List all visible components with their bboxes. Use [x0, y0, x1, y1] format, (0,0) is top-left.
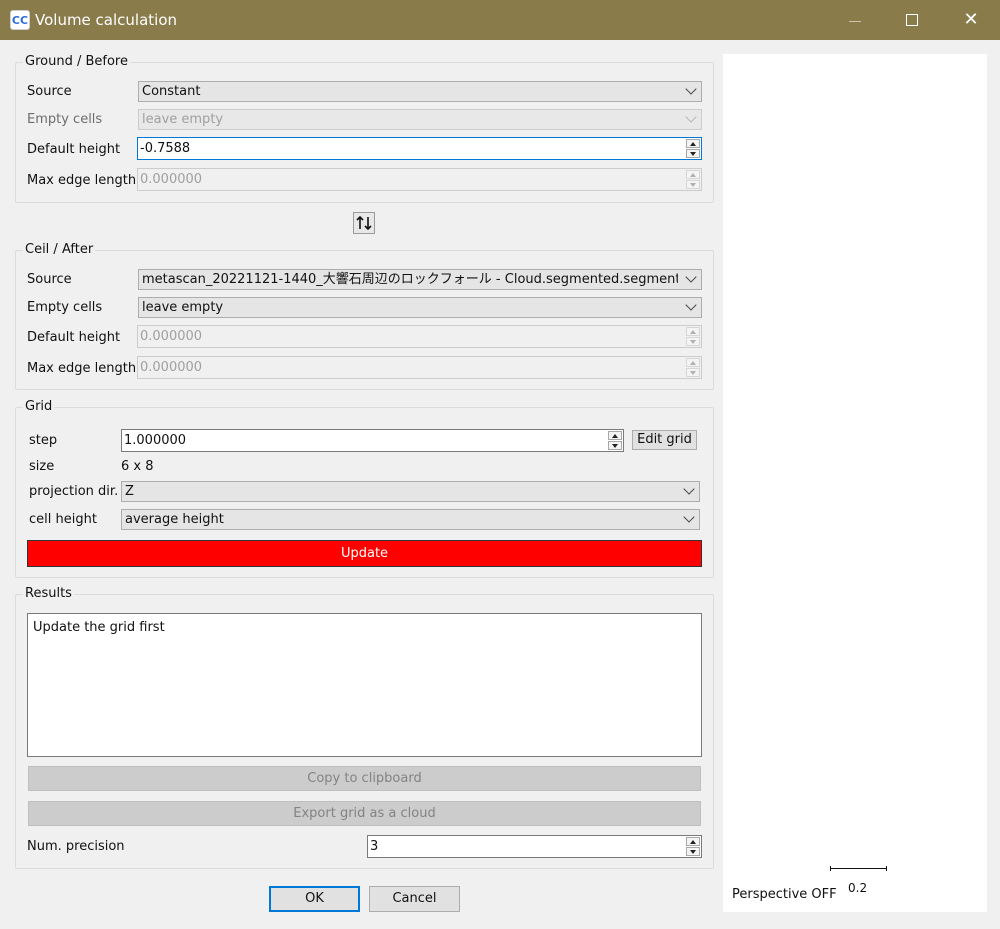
grid-step-label: step — [29, 433, 58, 448]
spin-up-icon[interactable] — [686, 139, 700, 148]
chevron-down-icon — [685, 271, 697, 283]
cell-height-value: average height — [125, 512, 224, 527]
precision-label: Num. precision — [27, 839, 125, 854]
ground-max-edge-label: Max edge length — [27, 173, 137, 188]
cell-height-label: cell height — [29, 512, 97, 527]
cancel-button[interactable]: Cancel — [369, 886, 460, 912]
close-icon: ✕ — [963, 9, 979, 30]
window-title: Volume calculation — [35, 11, 178, 29]
ground-default-height-value: -0.7588 — [140, 141, 191, 156]
ceil-source-value: metascan_20221121-1440_大響石周辺のロックフォール - C… — [142, 272, 678, 287]
spin-up-icon[interactable] — [686, 327, 700, 336]
spin-down-icon[interactable] — [686, 337, 700, 346]
ground-max-edge-input[interactable]: 0.000000 — [137, 168, 702, 191]
spin-down-icon[interactable] — [686, 180, 700, 189]
ground-empty-cells-select[interactable]: leave empty — [138, 109, 702, 130]
ceil-source-select[interactable]: metascan_20221121-1440_大響石周辺のロックフォール - C… — [138, 269, 702, 290]
projection-dir-select[interactable]: Z — [121, 481, 700, 502]
ceil-default-height-input[interactable]: 0.000000 — [137, 325, 702, 348]
grid-group-title: Grid — [23, 399, 55, 414]
spin-down-icon[interactable] — [686, 847, 700, 856]
ceil-default-height-value: 0.000000 — [140, 329, 203, 344]
grid-step-input[interactable]: 1.000000 — [121, 429, 624, 452]
ground-source-select[interactable]: Constant — [138, 81, 702, 102]
results-text: Update the grid first — [33, 620, 165, 635]
projection-dir-value: Z — [125, 484, 134, 499]
ground-max-edge-value: 0.000000 — [140, 172, 203, 187]
maximize-icon — [906, 14, 918, 26]
scale-label: 0.2 — [848, 881, 868, 895]
swap-icon — [356, 215, 372, 231]
ceil-source-label: Source — [27, 272, 72, 287]
chevron-down-icon — [685, 111, 697, 123]
export-grid-button[interactable]: Export grid as a cloud — [28, 801, 701, 826]
precision-input[interactable]: 3 — [367, 835, 702, 858]
projection-dir-label: projection dir. — [29, 484, 119, 499]
copy-to-clipboard-button[interactable]: Copy to clipboard — [28, 766, 701, 791]
minimize-button[interactable] — [826, 0, 884, 40]
ceil-group-title: Ceil / After — [23, 242, 96, 257]
app-icon: CC — [10, 10, 30, 30]
scale-bar — [830, 866, 887, 871]
chevron-down-icon — [683, 483, 695, 495]
ceil-max-edge-value: 0.000000 — [140, 360, 203, 375]
spin-up-icon[interactable] — [686, 358, 700, 367]
chevron-down-icon — [683, 511, 695, 523]
ground-source-label: Source — [27, 84, 72, 99]
ground-group-title: Ground / Before — [23, 54, 130, 69]
minimize-icon — [849, 21, 861, 22]
precision-value: 3 — [370, 839, 379, 854]
spin-up-icon[interactable] — [608, 431, 622, 440]
grid-size-value: 6 x 8 — [121, 459, 154, 474]
ground-default-height-input[interactable]: -0.7588 — [137, 137, 702, 160]
ceil-default-height-label: Default height — [27, 330, 121, 345]
results-text-area[interactable]: Update the grid first — [27, 613, 702, 757]
ground-source-value: Constant — [142, 84, 201, 99]
grid-step-value: 1.000000 — [124, 433, 187, 448]
update-button[interactable]: Update — [27, 540, 702, 567]
spin-down-icon[interactable] — [608, 441, 622, 450]
close-button[interactable]: ✕ — [942, 0, 1000, 40]
ceil-max-edge-label: Max edge length — [27, 361, 137, 376]
chevron-down-icon — [685, 299, 697, 311]
grid-size-label: size — [29, 459, 55, 474]
maximize-button[interactable] — [884, 0, 942, 40]
ground-empty-cells-label: Empty cells — [27, 112, 103, 127]
ground-empty-cells-value: leave empty — [142, 112, 224, 127]
ceil-empty-cells-label: Empty cells — [27, 300, 103, 315]
ceil-empty-cells-select[interactable]: leave empty — [138, 297, 702, 318]
3d-viewer[interactable] — [723, 54, 987, 912]
spin-down-icon[interactable] — [686, 149, 700, 158]
edit-grid-button[interactable]: Edit grid — [632, 430, 697, 450]
ceil-empty-cells-value: leave empty — [142, 300, 224, 315]
ground-default-height-label: Default height — [27, 142, 121, 157]
perspective-status: Perspective OFF — [732, 887, 837, 902]
chevron-down-icon — [685, 83, 697, 95]
ok-button[interactable]: OK — [269, 886, 360, 912]
swap-button[interactable] — [353, 212, 375, 234]
results-group-title: Results — [23, 586, 74, 601]
spin-up-icon[interactable] — [686, 170, 700, 179]
spin-down-icon[interactable] — [686, 368, 700, 377]
ceil-max-edge-input[interactable]: 0.000000 — [137, 356, 702, 379]
spin-up-icon[interactable] — [686, 837, 700, 846]
cell-height-select[interactable]: average height — [121, 509, 700, 530]
